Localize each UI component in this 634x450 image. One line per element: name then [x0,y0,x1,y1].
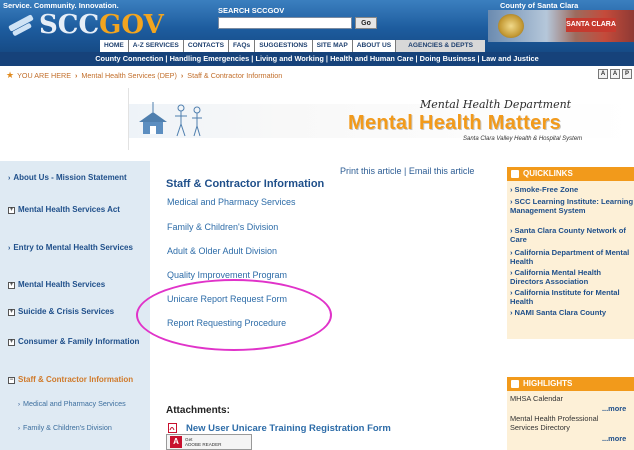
page-title: Staff & Contractor Information [166,178,325,190]
sidebar-item-mental-health-services[interactable]: + Mental Health Services [8,280,148,290]
get-adobe-reader-badge[interactable]: A Get ADOBE READER [166,434,252,450]
quicklink-item[interactable]: › Santa Clara County Network of Care [510,226,634,244]
nav-law-and-justice[interactable]: Law and Justice [482,54,539,63]
email-article-link[interactable]: Email this article [409,166,475,176]
star-icon: ★ [6,69,15,80]
bullet-icon: › [8,245,11,252]
department-name: Mental Health Department [420,98,572,111]
adobe-icon: A [170,436,182,448]
top-nav-agencies-depts[interactable]: AGENCIES & DEPTS [396,40,486,52]
logo-text-gov: GOV [99,10,164,40]
breadcrumb-staff-contractor[interactable]: Staff & Contractor Information [187,71,282,80]
top-nav-suggestions[interactable]: SUGGESTIONS [255,40,313,52]
highlight-annotation-circle [136,279,332,351]
sidebar-item-entry[interactable]: › Entry to Mental Health Services [8,243,148,254]
logo-mark-icon [6,12,36,38]
highlight-more-link[interactable]: ...more [602,434,626,443]
article-tools: Print this article | Email this article [340,166,475,176]
text-larger-icon[interactable]: A [610,69,620,79]
nav-handling-emergencies[interactable]: Handling Emergencies [170,54,250,63]
highlights-header: HIGHLIGHTS [507,377,634,391]
breadcrumb-prefix: YOU ARE HERE [17,70,71,80]
quicklink-item[interactable]: › California Institute for Mental Health [510,288,634,306]
sidebar-item-consumer-family[interactable]: + Consumer & Family Information [8,337,148,347]
left-sidebar: › About Us - Mission Statement + Mental He… [0,161,150,450]
county-photo: SANTA CLARA [488,10,634,42]
link-adult-older-adult[interactable]: Adult & Older Adult Division [167,246,277,256]
expand-plus-icon[interactable]: + [8,309,15,316]
text-smaller-icon[interactable]: A [598,69,608,79]
sidebar-item-staff-contractor[interactable]: − Staff & Contractor Information [8,375,148,385]
chevron-right-icon: › [180,70,184,80]
nav-doing-business[interactable]: Doing Business [420,54,476,63]
nav-county-connection[interactable]: County Connection [95,54,163,63]
banner-system-name: Santa Clara Valley Health & Hospital Sys… [463,136,583,142]
chevron-right-icon: › [75,70,78,80]
nav-living-and-working[interactable]: Living and Working [255,54,323,63]
main-category-nav: County Connection | Handling Emergencies… [0,52,634,66]
search-label: SEARCH SCCGOV [218,6,285,15]
collapse-minus-icon[interactable]: − [8,377,15,384]
top-nav-a-z-services[interactable]: A-Z SERVICES [129,40,184,52]
highlight-more-link[interactable]: ...more [602,404,626,413]
county-seal-icon [498,14,524,38]
bullet-icon: › [8,175,11,182]
highlight-item-mhsa-calendar[interactable]: MHSA Calendar [510,394,563,403]
expand-plus-icon[interactable]: + [8,339,15,346]
breadcrumb-mental-health-services[interactable]: Mental Health Services (DEP) [81,71,176,80]
logo-text-scc: SCC [39,10,100,40]
sidebar-item-mhsa[interactable]: + Mental Health Services Act [8,205,148,215]
expand-plus-icon[interactable]: + [8,282,15,289]
quicklinks-header: QUICKLINKS [507,167,634,181]
quicklink-item[interactable]: › NAMI Santa Clara County [510,308,634,317]
bullet-icon: › [18,426,20,432]
county-label: County of Santa Clara [500,1,579,10]
search-go-button[interactable]: Go [355,17,377,29]
top-nav-faqs[interactable]: FAQs [229,40,256,52]
attachment-link-registration-form[interactable]: New User Unicare Training Registration F… [186,423,391,434]
link-family-children[interactable]: Family & Children's Division [167,222,278,232]
page-tools: A A P [598,69,632,79]
sidebar-subitem-family-children[interactable]: › Family & Children's Division [18,423,146,434]
sidebar-subitem-medical-pharmacy[interactable]: › Medical and Pharmacy Services [18,399,146,410]
highlights-icon [511,380,519,388]
sidebar-item-suicide-crisis[interactable]: + Suicide & Crisis Services [8,307,148,317]
photo-sign: SANTA CLARA [566,18,616,32]
nav-health-and-human-care[interactable]: Health and Human Care [330,54,413,63]
top-nav: HOME A-Z SERVICES CONTACTS FAQs SUGGESTI… [100,40,486,52]
sccgov-logo[interactable]: SCC GOV [6,9,164,41]
print-article-link[interactable]: Print this article [340,166,402,176]
quicklink-item[interactable]: › California Mental Health Directors Asso… [510,268,634,286]
site-header: Service. Community. Innovation. SCC GOV … [0,0,634,52]
quicklink-item[interactable]: › California Department of Mental Health [510,248,634,266]
top-nav-site-map[interactable]: SITE MAP [313,40,353,52]
expand-plus-icon[interactable]: + [8,207,15,214]
banner-title: Mental Health Matters [348,112,562,134]
pdf-icon [168,423,177,433]
attachments-heading: Attachments: [166,405,230,416]
banner-illustration-icon [139,102,202,137]
quicklinks-icon [511,170,519,178]
top-nav-contacts[interactable]: CONTACTS [184,40,229,52]
print-icon[interactable]: P [622,69,632,79]
highlight-item-directory[interactable]: Mental Health Professional Services Dire… [510,414,628,432]
sidebar-item-about-us[interactable]: › About Us - Mission Statement [8,173,148,184]
link-medical-pharmacy[interactable]: Medical and Pharmacy Services [167,197,296,207]
department-banner: Mental Health Department Mental Health M… [128,88,634,150]
breadcrumb: ★ YOU ARE HERE › Mental Health Services … [6,69,282,81]
top-nav-about-us[interactable]: ABOUT US [353,40,397,52]
search-input[interactable] [218,17,352,29]
quicklink-item[interactable]: › SCC Learning Institute: Learning Manage… [510,197,634,215]
quicklink-item[interactable]: › Smoke-Free Zone [510,185,634,194]
top-nav-home[interactable]: HOME [100,40,129,52]
bullet-icon: › [18,402,20,408]
